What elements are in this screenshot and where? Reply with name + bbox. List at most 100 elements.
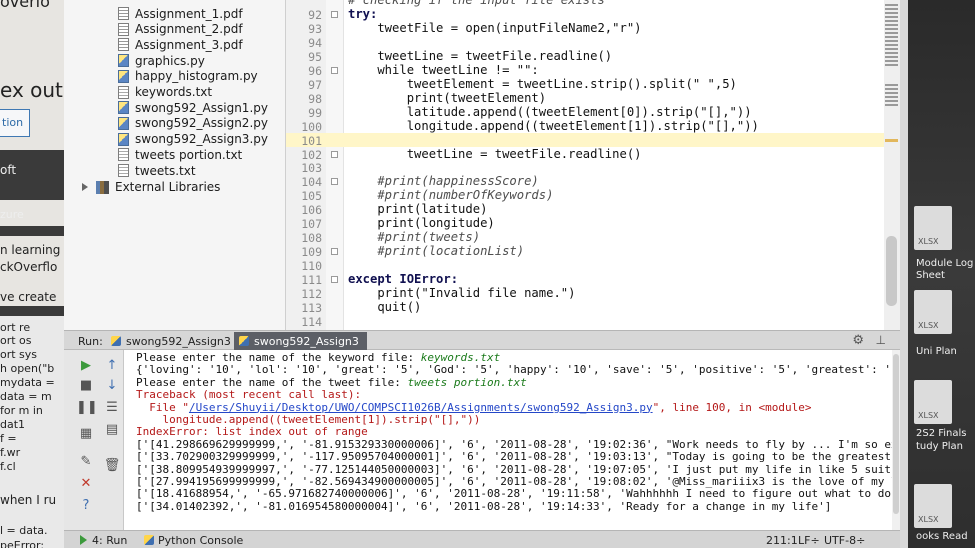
code-line: #print(numberOfKeywords) xyxy=(348,188,554,203)
text-file-icon xyxy=(118,85,129,99)
code-line: while tweetLine != "": xyxy=(348,62,539,77)
layout-icon[interactable]: ▦ xyxy=(76,424,96,444)
code-line: tweetLine = tweetFile.readline() xyxy=(348,48,613,63)
tree-item[interactable]: happy_histogram.py xyxy=(118,69,258,84)
fold-marker-icon[interactable] xyxy=(331,248,338,256)
traceback-file-link[interactable]: /Users/Shuyii/Desktop/UWO/COMPSCI1026B/A… xyxy=(189,401,653,414)
tree-item[interactable]: Assignment_1.pdf xyxy=(118,6,243,21)
python-file-icon xyxy=(118,54,129,68)
fold-marker-icon[interactable] xyxy=(331,66,338,74)
tree-item[interactable]: tweets.txt xyxy=(118,163,196,178)
background-text: ort os xyxy=(0,334,32,347)
scroll-marker xyxy=(885,24,898,26)
python-icon xyxy=(144,535,154,545)
print-icon[interactable]: ▤ xyxy=(102,420,122,440)
pause-icon[interactable]: ❚❚ xyxy=(76,398,98,418)
fold-marker-icon[interactable] xyxy=(331,276,338,284)
console-line: ['[18.41688954,', '-65.971682740000006]'… xyxy=(136,487,900,501)
help-icon[interactable]: ? xyxy=(76,496,96,516)
line-number: 98 xyxy=(308,91,322,106)
tree-item-label: swong592_Assign2.py xyxy=(135,116,268,131)
gear-icon[interactable]: ⚙ xyxy=(852,333,864,348)
dark-band xyxy=(0,226,64,236)
trash-icon[interactable]: 🗑 xyxy=(102,456,122,476)
tree-item[interactable]: graphics.py xyxy=(118,53,205,68)
code-line-partial: # checking if the input file exists xyxy=(348,0,605,8)
scrollbar-thumb[interactable] xyxy=(886,236,897,306)
background-text: l = data. xyxy=(0,524,48,537)
desktop-file-label: Sheet xyxy=(916,270,945,281)
tree-item[interactable]: Assignment_2.pdf xyxy=(118,22,243,37)
background-text: ex out xyxy=(0,78,63,102)
editor-scrollbar[interactable] xyxy=(884,0,900,330)
tree-item[interactable]: Assignment_3.pdf xyxy=(118,37,243,52)
tree-item[interactable]: swong592_Assign3.py xyxy=(118,132,268,147)
console-output[interactable]: Please enter the name of the keyword fil… xyxy=(124,350,900,530)
run-tab-inactive[interactable]: swong592_Assign3 xyxy=(106,332,239,350)
tree-item-external-libraries[interactable]: External Libraries xyxy=(82,180,220,195)
spreadsheet-file-icon: XLSX xyxy=(914,380,952,424)
fold-marker-icon[interactable] xyxy=(331,11,338,18)
tree-item-label: External Libraries xyxy=(115,180,221,195)
traceback-text: File " xyxy=(136,400,189,414)
console-line: ['[38.809954939999997,', '-77.1251440500… xyxy=(136,462,900,476)
line-number: 97 xyxy=(308,77,322,92)
fold-marker-icon[interactable] xyxy=(331,150,338,158)
scroll-marker xyxy=(885,84,898,86)
tree-item[interactable]: swong592_Assign2.py xyxy=(118,116,268,131)
run-tab-label: swong592_Assign3 xyxy=(126,335,231,348)
scroll-marker xyxy=(885,96,898,98)
background-text: h open("b xyxy=(0,362,55,375)
background-text: zure xyxy=(0,208,24,221)
code-line: longitude.append((tweetElement[1]).strip… xyxy=(348,118,759,133)
line-separator[interactable]: LF÷ xyxy=(798,534,820,547)
file-badge: XLSX xyxy=(918,321,939,330)
pin-tab-icon[interactable]: ✎ xyxy=(76,452,96,472)
console-scrollbar[interactable] xyxy=(892,350,900,530)
line-number: 95 xyxy=(308,49,322,64)
spreadsheet-file-icon: XLSX xyxy=(914,290,952,334)
tree-item[interactable]: tweets portion.txt xyxy=(118,147,242,162)
tree-item[interactable]: swong592_Assign1.py xyxy=(118,100,268,115)
file-encoding[interactable]: UTF-8÷ xyxy=(824,534,865,547)
console-user-input: keywords.txt xyxy=(420,351,501,364)
console-line: ['[34.01402392,', '-81.016954580000004]'… xyxy=(136,499,832,513)
close-icon[interactable]: ✕ xyxy=(76,474,96,494)
run-tab-active[interactable]: swong592_Assign3 xyxy=(234,332,367,350)
console-prompt-text: Please enter the name of the tweet file: xyxy=(136,375,408,389)
line-number: 113 xyxy=(301,300,322,315)
caret-position[interactable]: 211:1 xyxy=(766,534,798,547)
dark-band xyxy=(0,178,64,200)
code-line: try: xyxy=(348,7,378,21)
python-console-button[interactable]: Python Console xyxy=(144,534,243,547)
background-text: n learning xyxy=(0,243,61,257)
pin-icon[interactable]: ⊥ xyxy=(876,333,886,347)
fold-marker-icon[interactable] xyxy=(331,178,338,186)
chevron-right-icon[interactable] xyxy=(82,183,88,192)
background-text: ve create xyxy=(0,290,57,304)
desktop-file-label: Uni Plan xyxy=(916,346,957,357)
console-line: {'loving': '10', 'lol': '10', 'great': '… xyxy=(136,363,900,377)
libraries-icon xyxy=(96,180,109,194)
code-line: tweetElement = tweetLine.strip().split("… xyxy=(348,76,737,91)
run-tab-bar: Run: swong592_Assign3 swong592_Assign3 ⚙… xyxy=(64,330,900,350)
soft-wrap-icon[interactable]: ☰ xyxy=(102,398,122,418)
tree-item-label: swong592_Assign1.py xyxy=(135,100,268,115)
line-number: 112 xyxy=(301,287,322,301)
code-editor[interactable]: # checking if the input file exists 92 try… xyxy=(286,0,900,330)
background-text: for m in xyxy=(0,404,43,417)
scroll-down-icon[interactable]: ↓ xyxy=(102,376,122,396)
code-line: print(latitude) xyxy=(348,202,488,217)
tree-item[interactable]: keywords.txt xyxy=(118,85,212,100)
stop-icon[interactable]: ■ xyxy=(76,376,96,396)
tree-item-label: Assignment_1.pdf xyxy=(135,6,243,21)
scroll-marker xyxy=(885,44,898,46)
code-line: quit() xyxy=(348,299,422,314)
rerun-icon[interactable]: ▶ xyxy=(76,356,96,376)
scroll-up-icon[interactable]: ↑ xyxy=(102,356,122,376)
python-icon xyxy=(111,336,121,346)
tree-item-label: happy_histogram.py xyxy=(135,69,258,84)
scroll-marker xyxy=(885,20,898,22)
code-line: except IOError: xyxy=(348,272,459,287)
run-tool-window-button[interactable]: 4: Run xyxy=(80,534,127,547)
